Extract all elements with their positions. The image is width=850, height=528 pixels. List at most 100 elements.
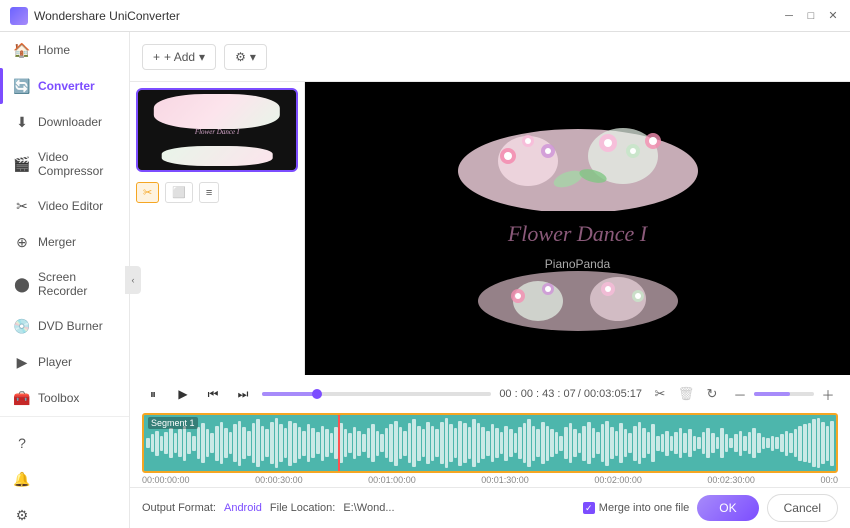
thumbnail-image: Flower Dance I [138,90,296,170]
settings-dropdown-icon: ▾ [250,50,256,64]
timeline-ruler: 00:00:00:00 00:00:30:00 00:01:00:00 00:0… [130,473,850,487]
video-editor-icon: ✂ [14,198,30,214]
sidebar-item-merger[interactable]: ⊕ Merger [0,224,129,260]
sidebar-collapse-button[interactable]: ‹ [125,266,141,294]
artwork-title: Flower Dance I [508,219,647,250]
sidebar-label-merger: Merger [38,235,76,249]
content-area: Flower Dance I ✂ ⬜ ≡ [130,82,850,375]
app-name: Wondershare UniConverter [34,9,180,23]
volume-fill [754,392,790,396]
sidebar-item-converter[interactable]: 🔄 Converter [0,68,129,104]
delete-icon[interactable]: 🗑 [676,384,696,404]
sidebar-settings-button[interactable]: ⚙ [0,497,129,528]
settings-button[interactable]: ⚙ ▾ [224,44,267,70]
play-button[interactable]: ▶ [172,383,194,405]
add-file-label: + Add [164,50,195,64]
progress-thumb [312,389,322,399]
scissors-icon[interactable]: ✂ [650,384,670,404]
sidebar-label-video-editor: Video Editor [38,199,103,213]
app-logo: Wondershare UniConverter [10,7,782,25]
player-controls: ⏸ ▶ ⏮ ⏭ 00 : 00 : 43 : 07 / 00:03:05:17 … [130,375,850,413]
sidebar-label-toolbox: Toolbox [38,391,79,405]
toolbox-icon: 🧰 [14,390,30,406]
sidebar-help-button[interactable]: ? [0,425,129,461]
sidebar-label-dvd-burner: DVD Burner [38,319,103,333]
main-content: + + Add ▾ ⚙ ▾ Flower [130,32,850,528]
gear-icon: ⚙ [14,507,30,523]
close-button[interactable]: ✕ [826,9,840,23]
sidebar-item-downloader[interactable]: ⬇ Downloader [0,104,129,140]
output-format-value: Android [224,502,262,514]
bottom-bar: Output Format: Android File Location: E:… [130,487,850,528]
ruler-mark-3: 00:01:30:00 [481,475,529,485]
sidebar: 🏠 Home 🔄 Converter ⬇ Downloader 🎬 Video … [0,32,130,528]
next-button[interactable]: ⏭ [232,383,254,405]
thumbnail-inner: Flower Dance I [138,90,296,170]
bell-icon: 🔔 [14,471,30,487]
sidebar-item-player[interactable]: ▶ Player [0,344,129,380]
bottom-row-1: Output Format: Android File Location: E:… [142,494,838,522]
settings-icon: ⚙ [235,50,246,64]
sidebar-item-dvd-burner[interactable]: 💿 DVD Burner [0,308,129,344]
time-display: 00 : 00 : 43 : 07 / 00:03:05:17 [499,388,642,400]
output-format-label: Output Format: [142,502,216,514]
volume-bar[interactable] [754,392,814,396]
sidebar-item-video-editor[interactable]: ✂ Video Editor [0,188,129,224]
maximize-button[interactable]: □ [804,9,818,23]
ok-button[interactable]: OK [697,495,758,521]
window-controls: ─ □ ✕ [782,9,840,23]
total-time: / 00:03:05:17 [578,388,642,400]
ruler-mark-4: 00:02:00:00 [594,475,642,485]
artwork-subtitle: PianoPanda [545,257,610,271]
add-file-button[interactable]: + + Add ▾ [142,44,216,70]
file-list-icons: ✂ ⬜ ≡ [136,178,298,207]
file-thumbnail[interactable]: Flower Dance I [136,88,298,172]
merge-label: Merge into one file [599,502,690,514]
tool-icons: ✂ 🗑 ↻ [650,384,722,404]
sidebar-item-toolbox[interactable]: 🧰 Toolbox [0,380,129,416]
help-icon: ? [14,435,30,451]
player-section: ⏸ ▶ ⏮ ⏭ 00 : 00 : 43 : 07 / 00:03:05:17 … [130,375,850,487]
sidebar-item-video-compressor[interactable]: 🎬 Video Compressor [0,140,129,188]
volume-container: － ＋ [730,384,838,404]
preview-panel: Flower Dance I PianoPanda [305,82,850,375]
title-bar: Wondershare UniConverter ─ □ ✕ [0,0,850,32]
volume-plus-icon[interactable]: ＋ [818,384,838,404]
pause-button[interactable]: ⏸ [142,383,164,405]
minimize-button[interactable]: ─ [782,9,796,23]
sidebar-label-converter: Converter [38,79,95,93]
toolbar: + + Add ▾ ⚙ ▾ [130,32,850,82]
refresh-icon[interactable]: ↻ [702,384,722,404]
app-icon [10,7,28,25]
cancel-button[interactable]: Cancel [767,494,838,522]
cut-icon-button[interactable]: ✂ [136,182,159,203]
progress-bar[interactable] [262,392,491,396]
info-icon-button[interactable]: ⬜ [165,182,193,203]
sidebar-bottom: ? 🔔 ⚙ [0,416,129,528]
converter-icon: 🔄 [14,78,30,94]
list-icon-button[interactable]: ≡ [199,182,219,203]
sidebar-label-home: Home [38,43,70,57]
merger-icon: ⊕ [14,234,30,250]
ruler-mark-2: 00:01:00:00 [368,475,416,485]
downloader-icon: ⬇ [14,114,30,130]
sidebar-item-home[interactable]: 🏠 Home [0,32,129,68]
player-icon: ▶ [14,354,30,370]
sidebar-item-screen-recorder[interactable]: ⬤ Screen Recorder [0,260,129,308]
current-time: 00 : 00 : 43 : 07 [499,388,575,400]
prev-button[interactable]: ⏮ [202,383,224,405]
merge-checkbox-container: ✓ Merge into one file [583,502,690,514]
top-floral-svg [448,121,708,211]
volume-minus-icon[interactable]: － [730,384,750,404]
ruler-mark-0: 00:00:00:00 [142,475,190,485]
sidebar-label-screen-recorder: Screen Recorder [38,270,115,298]
dvd-burner-icon: 💿 [14,318,30,334]
sidebar-label-downloader: Downloader [38,115,102,129]
ruler-mark-5: 00:02:30:00 [707,475,755,485]
progress-fill [262,392,317,396]
file-location-value: E:\Wond... [343,502,574,514]
merge-checkbox[interactable]: ✓ [583,502,595,514]
waveform-container[interactable]: Segment 1 [142,413,838,473]
ruler-mark-6: 00:0 [820,475,838,485]
sidebar-notifications-button[interactable]: 🔔 [0,461,129,497]
